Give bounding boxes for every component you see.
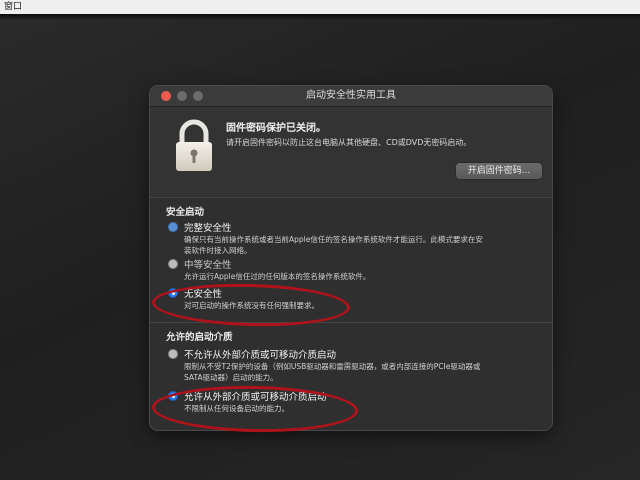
radio-button[interactable] bbox=[168, 259, 178, 269]
menu-item-window[interactable]: 窗口 bbox=[4, 0, 22, 14]
option-description: 限制从不受T2保护的设备（例如USB驱动器和雷雳驱动器，或者内部连接的PCIe驱… bbox=[184, 362, 481, 382]
radio-button[interactable] bbox=[168, 222, 178, 232]
boot-media-heading: 允许的启动介质 bbox=[166, 332, 233, 343]
title-bar[interactable]: 启动安全性实用工具 bbox=[150, 86, 552, 107]
option-label: 中等安全性 bbox=[184, 260, 232, 271]
option-label: 不允许从外部介质或可移动介质启动 bbox=[184, 350, 337, 361]
option-description: 允许运行Apple信任过的任何版本的签名操作系统软件。 bbox=[184, 272, 371, 281]
radio-button[interactable] bbox=[168, 349, 178, 359]
option-label: 完整安全性 bbox=[184, 223, 232, 234]
secure-boot-heading: 安全启动 bbox=[166, 207, 205, 218]
menu-bar: 窗口 bbox=[0, 0, 640, 14]
enable-firmware-password-button[interactable]: 开启固件密码... bbox=[456, 163, 542, 179]
startup-security-window: 启动安全性实用工具 固件密码保护已关闭。 请开启固件密码以防止这台电脑从其他硬盘… bbox=[150, 86, 552, 430]
firmware-status-title: 固件密码保护已关闭。 bbox=[226, 123, 326, 134]
window-title: 启动安全性实用工具 bbox=[306, 90, 396, 101]
firmware-section: 固件密码保护已关闭。 请开启固件密码以防止这台电脑从其他硬盘、CD或DVD无密码… bbox=[150, 107, 552, 197]
lock-icon bbox=[176, 119, 212, 171]
menu-shadow bbox=[0, 14, 640, 20]
option-description: 确保只有当前操作系统或者当前Apple信任的签名操作系统软件才能运行。此模式要求… bbox=[184, 235, 483, 255]
firmware-description: 请开启固件密码以防止这台电脑从其他硬盘、CD或DVD无密码启动。 bbox=[226, 138, 472, 147]
